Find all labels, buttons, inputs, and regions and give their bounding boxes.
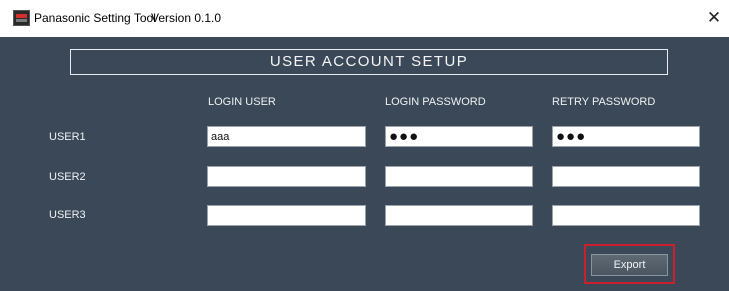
- window-version: Version 0.1.0: [151, 11, 222, 25]
- user3-label: USER3: [49, 209, 86, 221]
- user1-login-password-input[interactable]: [385, 126, 533, 147]
- page-title: USER ACCOUNT SETUP: [269, 53, 469, 70]
- column-header-retry-password: RETRY PASSWORD: [552, 96, 656, 108]
- close-icon[interactable]: ✕: [703, 7, 725, 29]
- column-header-login-user: LOGIN USER: [208, 96, 276, 108]
- user2-login-user-input[interactable]: [207, 166, 366, 187]
- page-header: USER ACCOUNT SETUP: [70, 49, 668, 75]
- user1-label: USER1: [49, 131, 86, 143]
- setting-tool-window: Panasonic Setting Tool Version 0.1.0 ✕ U…: [0, 0, 729, 291]
- title-bar: Panasonic Setting Tool Version 0.1.0 ✕: [0, 0, 729, 37]
- export-button[interactable]: Export: [591, 254, 668, 276]
- app-icon: [13, 10, 30, 26]
- user3-retry-password-input[interactable]: [552, 205, 700, 226]
- window-title: Panasonic Setting Tool: [34, 11, 156, 25]
- column-header-login-password: LOGIN PASSWORD: [385, 96, 486, 108]
- user1-login-user-input[interactable]: [207, 126, 366, 147]
- user2-label: USER2: [49, 171, 86, 183]
- user1-retry-password-input[interactable]: [552, 126, 700, 147]
- user2-login-password-input[interactable]: [385, 166, 533, 187]
- user2-retry-password-input[interactable]: [552, 166, 700, 187]
- user3-login-password-input[interactable]: [385, 205, 533, 226]
- user3-login-user-input[interactable]: [207, 205, 366, 226]
